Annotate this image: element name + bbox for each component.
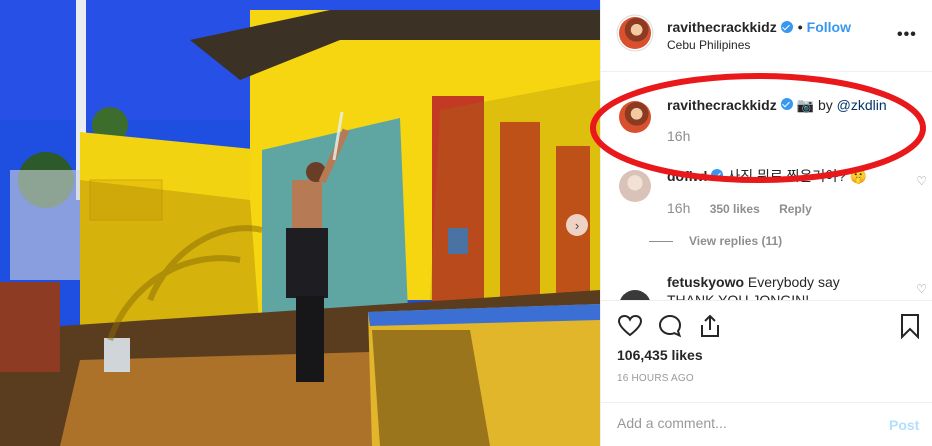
author-username[interactable]: ravithecrackkidz: [667, 19, 777, 35]
likes-count[interactable]: 106,435 likes: [617, 347, 703, 363]
comment-like-heart-icon[interactable]: ♡: [916, 174, 927, 188]
instagram-post-window: › ravithecrackkidz • Follow Cebu Philipi…: [0, 0, 932, 446]
verified-badge-icon: [711, 169, 724, 181]
comment-time[interactable]: 16h: [667, 200, 690, 216]
post-timestamp[interactable]: 16 HOURS AGO: [617, 373, 694, 384]
follow-button[interactable]: Follow: [807, 19, 851, 35]
commenter-username[interactable]: fetuskyowo: [667, 274, 744, 290]
caption-by: by: [817, 97, 833, 113]
commenter-username[interactable]: doflwl: [667, 168, 707, 184]
comment-item: fetuskyowo Everybody say THANK YOU JONGI…: [619, 272, 927, 322]
verified-badge-icon: [780, 21, 793, 33]
view-replies-button[interactable]: View replies (11): [649, 234, 782, 248]
comment-meta: 16h 350 likes Reply: [667, 200, 828, 216]
post-sidebar: ravithecrackkidz • Follow Cebu Philipine…: [600, 0, 932, 446]
separator-dot: •: [797, 19, 803, 35]
caption-time[interactable]: 16h: [667, 128, 690, 144]
comment-like-heart-icon[interactable]: ♡: [916, 282, 927, 296]
post-header: ravithecrackkidz • Follow Cebu Philipine…: [601, 0, 932, 72]
verified-badge-icon: [780, 98, 793, 110]
post-location[interactable]: Cebu Philipines: [667, 38, 750, 52]
comment-composer: Post: [601, 402, 932, 446]
view-replies-label: View replies (11): [689, 234, 783, 248]
action-bar: 106,435 likes 16 HOURS AGO Post: [601, 300, 932, 446]
share-icon[interactable]: [697, 313, 723, 339]
carousel-next-button[interactable]: ›: [566, 214, 588, 236]
post-comment-button[interactable]: Post: [889, 417, 919, 433]
caption-text: ravithecrackkidz 📷 by @zkdlin: [667, 97, 887, 114]
caption-avatar[interactable]: [619, 101, 651, 133]
add-comment-input[interactable]: [617, 415, 867, 431]
chevron-right-icon: ›: [574, 217, 580, 233]
camera-emoji: 📷: [796, 97, 815, 113]
bookmark-icon[interactable]: [897, 313, 923, 339]
author-line: ravithecrackkidz • Follow: [667, 19, 851, 35]
replies-divider: [649, 240, 673, 242]
commenter-avatar[interactable]: [619, 170, 651, 202]
reply-button[interactable]: Reply: [779, 202, 812, 216]
comment-body: 사진 뭐로 찍은거야? 🤫: [727, 168, 868, 184]
comment-text: doflwl 사진 뭐로 찍은거야? 🤫: [667, 166, 867, 186]
caption-mention-link[interactable]: @zkdlin: [837, 97, 887, 113]
more-options-button[interactable]: •••: [897, 27, 917, 43]
author-avatar[interactable]: [619, 17, 651, 49]
photo-illustration: [0, 0, 600, 446]
caption-username[interactable]: ravithecrackkidz: [667, 97, 777, 113]
comment-text: fetuskyowo Everybody say: [667, 274, 840, 290]
comment-body: Everybody say: [747, 274, 840, 290]
caption: ravithecrackkidz 📷 by @zkdlin 16h: [619, 97, 919, 157]
comment-likes[interactable]: 350 likes: [710, 202, 760, 216]
heart-outline-icon[interactable]: [617, 313, 643, 339]
post-photo[interactable]: ›: [0, 0, 600, 446]
speech-bubble-icon[interactable]: [657, 313, 683, 339]
